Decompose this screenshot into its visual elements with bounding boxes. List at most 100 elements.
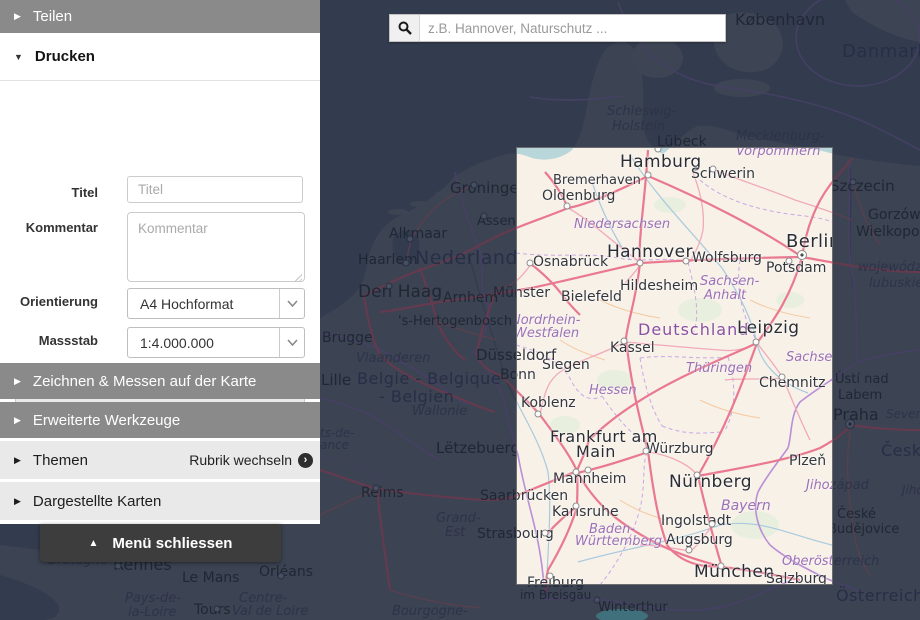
map-label: Bonn	[516, 368, 536, 383]
map-label: Berlin	[786, 233, 833, 252]
map-label: Deutschland	[638, 322, 749, 339]
city-marker	[585, 467, 592, 474]
map-label: Budějovice	[828, 523, 899, 537]
map-label: Chemnitz	[759, 376, 826, 391]
search-input[interactable]	[420, 15, 725, 41]
menu-close-label: Menü schliessen	[112, 535, 232, 552]
map-label: Bremerhaven	[553, 174, 641, 188]
map-label: Holstein	[612, 120, 665, 134]
map-label: Nürnberg	[669, 474, 752, 492]
map-label: Hessen	[589, 384, 637, 398]
map-label: Tours	[194, 603, 231, 618]
map-label: München	[694, 564, 774, 582]
map-label: Le Mans	[182, 571, 239, 586]
map-label: Val de Loire	[232, 605, 308, 619]
map-label: Lille	[321, 373, 351, 389]
map-label: Labem	[838, 389, 882, 403]
menu-close-button[interactable]: ▲ Menü schliessen	[40, 524, 281, 562]
massstab-label: Massstab	[0, 333, 98, 348]
section-erweiterte-werkzeuge[interactable]: ▶ Erweiterte Werkzeuge	[0, 402, 320, 438]
map-label: Brugge	[322, 331, 373, 346]
map-label: Main	[576, 444, 616, 461]
city-marker	[753, 339, 760, 346]
map-label: Vorpommern	[736, 147, 821, 159]
section-zeichnen-messen[interactable]: ▶ Zeichnen & Messen auf der Karte	[0, 363, 320, 399]
city-marker	[779, 374, 786, 381]
expanded-triangle-icon: ▼	[14, 52, 23, 62]
section-themen[interactable]: ▶ Themen Rubrik wechseln ›	[0, 441, 320, 479]
map-label: Württemberg	[575, 535, 662, 549]
city-marker	[718, 563, 725, 570]
city-marker	[481, 213, 488, 220]
city-marker	[115, 563, 122, 570]
map-label: Würzburg	[646, 442, 713, 457]
section-dargestellte-karten[interactable]: ▶ Dargestellte Karten	[0, 482, 320, 520]
map-label: Hannover	[607, 244, 693, 262]
search-button[interactable]	[390, 15, 420, 41]
map-label: Praha	[833, 407, 879, 424]
city-marker	[694, 472, 701, 479]
map-label: Hildesheim	[620, 279, 698, 294]
titel-input[interactable]	[127, 176, 303, 203]
map-label: České	[837, 508, 876, 522]
section-themen-label: Themen	[33, 452, 88, 469]
map-label: ance	[320, 439, 349, 452]
map-label: Sachsen	[786, 351, 833, 365]
section-zeichnen-messen-label: Zeichnen & Messen auf der Karte	[33, 373, 256, 390]
map-label: Belgie - Belgique	[357, 371, 501, 388]
section-drucken[interactable]: ▼ Drucken	[0, 33, 320, 81]
map-label: Wolfsburg	[692, 251, 762, 266]
collapsed-triangle-icon: ▶	[14, 376, 21, 387]
map-label: Osnabrück	[533, 255, 608, 270]
city-marker	[710, 166, 717, 173]
city-marker	[573, 503, 580, 510]
city-marker	[542, 530, 549, 537]
section-teilen-label: Teilen	[33, 8, 72, 25]
city-marker	[621, 338, 628, 345]
print-preview-labels: HamburgBremerhavenSchwerinOldenburgVorpo…	[516, 147, 833, 585]
map-label: Orléans	[259, 565, 313, 580]
section-drucken-label: Drucken	[35, 48, 95, 65]
section-teilen[interactable]: ▶ Teilen	[0, 0, 320, 33]
kommentar-textarea[interactable]	[127, 212, 305, 282]
map-label: Schwerin	[691, 167, 755, 182]
rubrik-wechseln-link[interactable]: Rubrik wechseln ›	[189, 452, 320, 468]
massstab-value: 1:4.000.000	[128, 335, 279, 351]
city-marker	[709, 521, 716, 528]
city-marker	[637, 260, 644, 267]
map-label: Grand-	[436, 512, 481, 526]
map-label: Freiburg	[527, 576, 584, 585]
collapse-up-triangle-icon: ▲	[89, 538, 99, 549]
city-marker	[214, 606, 221, 613]
map-label: Vlaanderen	[356, 352, 431, 366]
map-label: Gorzów	[868, 208, 920, 223]
print-preview-extent[interactable]: HamburgBremerhavenSchwerinOldenburgVorpo…	[516, 147, 833, 585]
collapsed-triangle-icon: ▶	[14, 455, 21, 466]
map-label: Bayern	[721, 499, 771, 514]
city-marker	[850, 179, 857, 186]
orientierung-select[interactable]: A4 Hochformat	[127, 288, 305, 319]
city-marker	[683, 258, 690, 265]
collapsed-triangle-icon: ▶	[14, 11, 21, 22]
map-label: Sachsen-	[700, 275, 759, 289]
map-label: Winterthur	[598, 601, 668, 615]
map-label: Mecklenburg-	[736, 130, 825, 144]
city-marker	[535, 411, 542, 418]
map-label: la-Loire	[128, 606, 176, 620]
city-marker	[471, 182, 478, 189]
map-label: Szczecin	[830, 179, 895, 195]
city-marker	[278, 573, 285, 580]
map-label: Alkmaar	[389, 227, 447, 242]
section-dargestellte-karten-label: Dargestellte Karten	[33, 493, 161, 510]
search-bar	[389, 14, 726, 42]
city-marker	[407, 236, 414, 243]
map-label: Augsburg	[666, 533, 733, 548]
massstab-select[interactable]: 1:4.000.000	[127, 327, 305, 358]
map-label: Lübeck	[657, 147, 707, 150]
orientierung-value: A4 Hochformat	[128, 296, 279, 312]
map-label: Pays-de-	[125, 592, 181, 606]
print-preview-map: HamburgBremerhavenSchwerinOldenburgVorpo…	[516, 147, 833, 585]
city-marker	[686, 547, 693, 554]
map-label: Ústí nad	[835, 373, 889, 387]
map-label: Arnhem	[443, 291, 498, 306]
